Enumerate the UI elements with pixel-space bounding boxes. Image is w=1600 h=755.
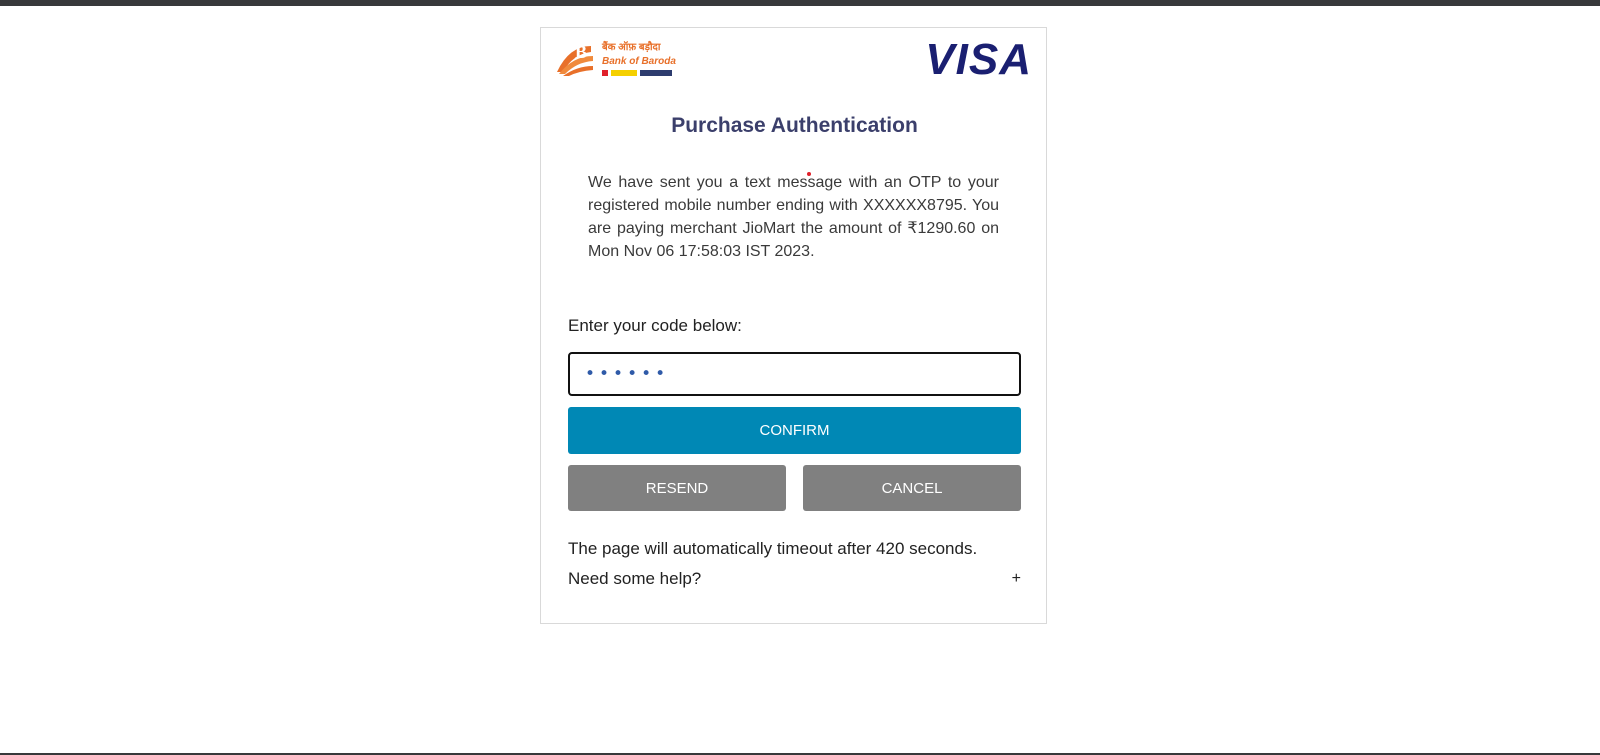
logo-color-bars <box>602 70 672 76</box>
help-label: Need some help? <box>568 569 702 588</box>
bank-name-hindi: बैंक ऑफ़ बड़ौदा <box>602 42 661 53</box>
resend-button[interactable]: RESEND <box>568 465 786 511</box>
code-label: Enter your code below: <box>568 316 742 335</box>
svg-text:B: B <box>575 42 587 62</box>
visa-logo: VISA <box>925 35 1032 84</box>
red-marker-dot <box>807 172 811 176</box>
bank-of-baroda-sunrays-icon: B <box>557 42 593 76</box>
page-title: Purchase Authentication <box>671 114 918 137</box>
browser-top-bar <box>0 0 1600 6</box>
otp-code-input[interactable] <box>568 352 1021 396</box>
help-toggle[interactable]: Need some help? + <box>568 568 1021 590</box>
authentication-card: B बैंक ऑफ़ बड़ौदा Bank of Baroda VISA Pu… <box>540 27 1047 624</box>
cancel-button[interactable]: CANCEL <box>803 465 1021 511</box>
timeout-notice: The page will automatically timeout afte… <box>568 539 978 558</box>
otp-message: We have sent you a text message with an … <box>588 174 999 260</box>
expand-plus-icon[interactable]: + <box>1012 570 1021 588</box>
bank-of-baroda-logo: B बैंक ऑफ़ बड़ौदा Bank of Baroda <box>555 42 676 79</box>
confirm-button[interactable]: CONFIRM <box>568 407 1021 454</box>
bank-name-english: Bank of Baroda <box>602 56 676 67</box>
